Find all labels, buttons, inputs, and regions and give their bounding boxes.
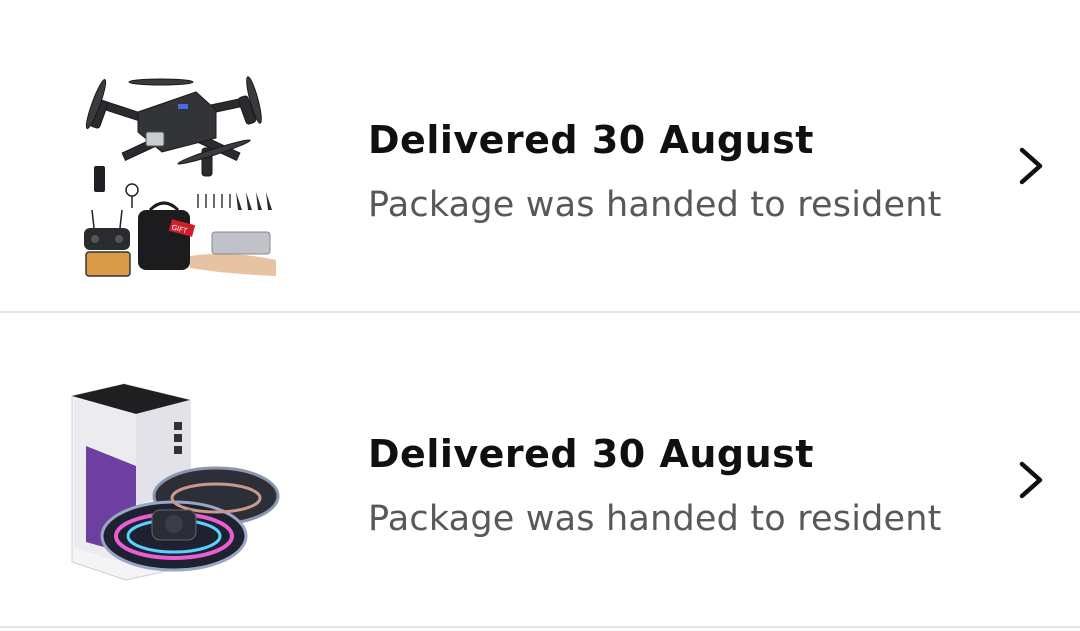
delivery-status-title: Delivered 30 August	[368, 118, 814, 162]
product-image-spinner-ball	[71, 383, 280, 581]
chevron-right-icon[interactable]	[1010, 144, 1050, 188]
delivery-status-detail: Package was handed to resident	[368, 185, 942, 225]
divider	[0, 311, 1080, 313]
order-row[interactable]: Delivered 30 August Package was handed t…	[0, 314, 1080, 626]
chevron-right-icon[interactable]	[1010, 458, 1050, 502]
order-list: GIFT Delivered 30 August Package was han…	[0, 0, 1080, 631]
divider	[0, 626, 1080, 628]
delivery-status-title: Delivered 30 August	[368, 432, 814, 476]
delivery-status-detail: Package was handed to resident	[368, 499, 942, 539]
order-row[interactable]: GIFT Delivered 30 August Package was han…	[0, 0, 1080, 312]
product-image-drone: GIFT	[84, 76, 276, 277]
